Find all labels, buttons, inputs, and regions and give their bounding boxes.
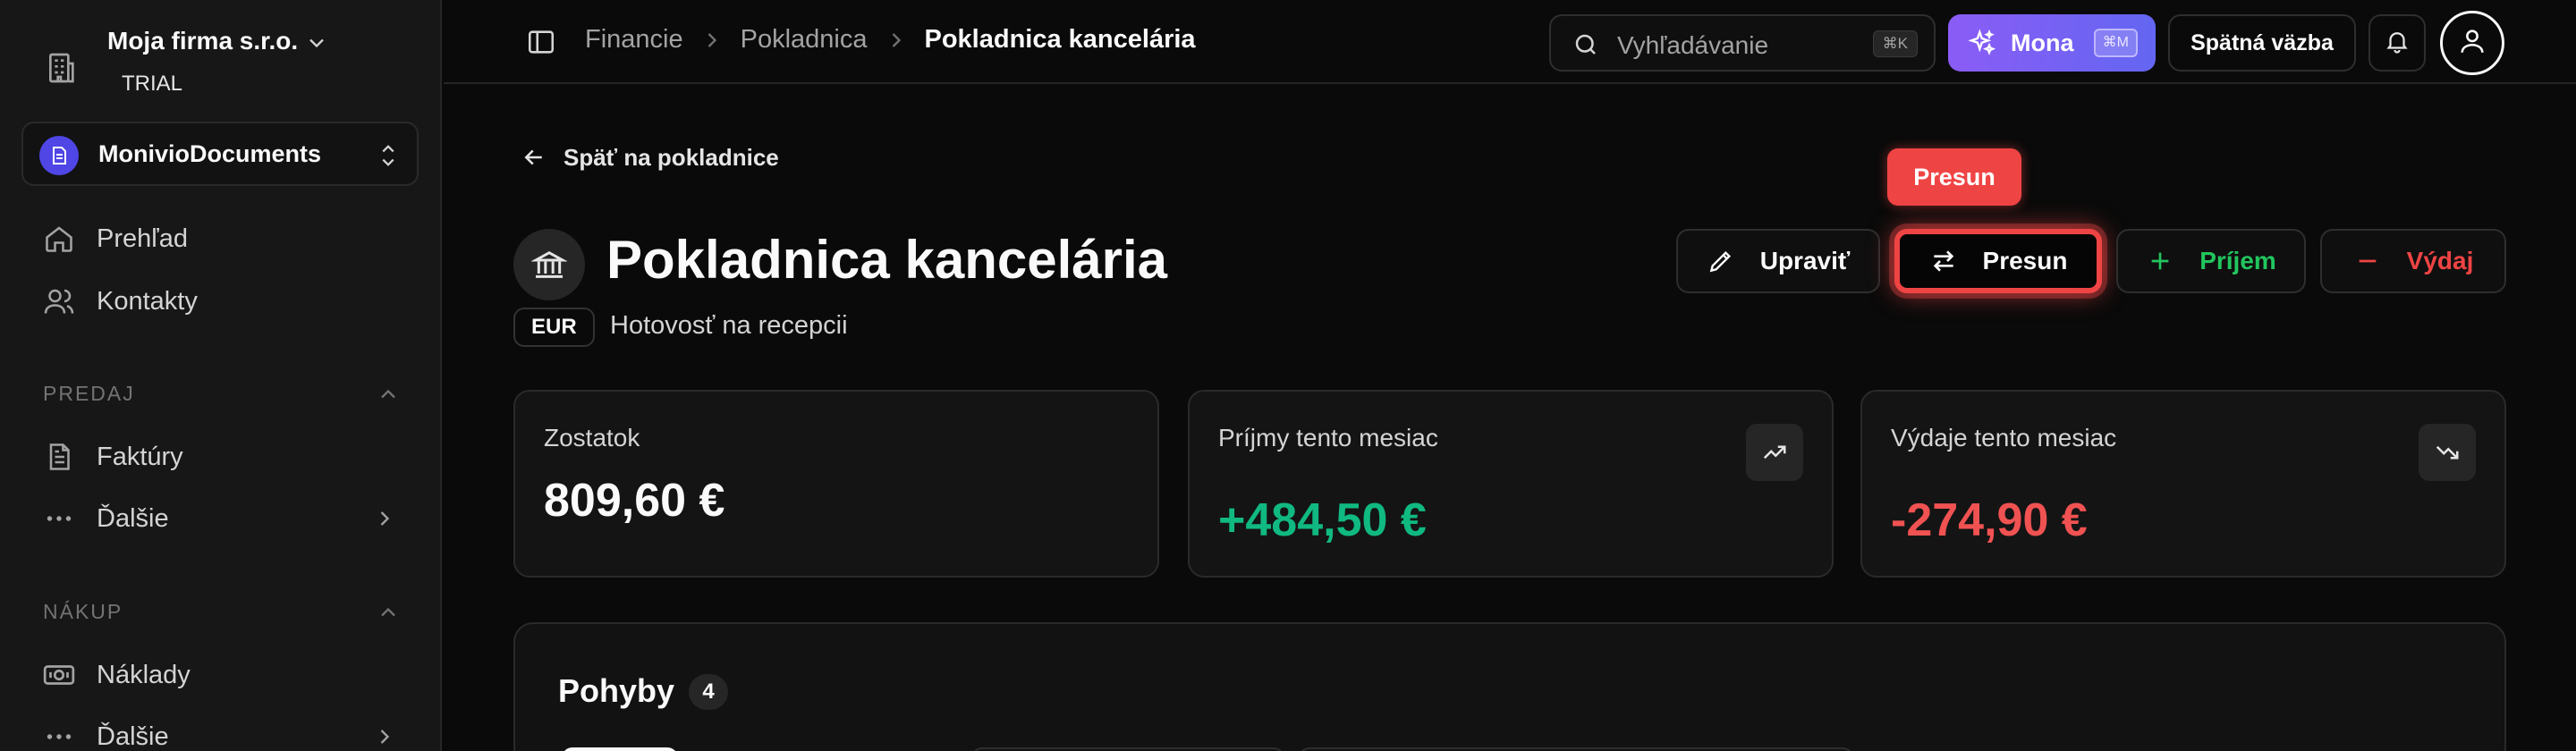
edit-label: Upraviť <box>1759 247 1851 274</box>
trending-up-icon <box>1746 424 1803 481</box>
users-icon <box>41 283 77 319</box>
income-label: Príjem <box>2199 247 2276 274</box>
minus-icon <box>2353 247 2382 275</box>
section-title: PREDAJ <box>43 382 135 405</box>
breadcrumb-current: Pokladnica kancelária <box>924 25 1196 54</box>
expense-button[interactable]: Výdaj <box>2320 229 2506 293</box>
search-placeholder: Vyhľadávanie <box>1617 31 1769 59</box>
user-icon <box>2457 26 2487 61</box>
building-icon <box>43 50 79 86</box>
filter-control[interactable] <box>1299 747 1853 751</box>
chevron-right-icon <box>372 724 397 749</box>
page-subtitle: Hotovosť na recepcii <box>610 311 848 340</box>
income-value: +484,50 € <box>1218 494 1427 546</box>
chevron-up-down-icon <box>376 141 401 170</box>
currency-badge: EUR <box>513 308 595 347</box>
sidebar-item-dalsie-nakup[interactable]: Ďalšie <box>41 715 408 751</box>
section-title: NÁKUP <box>43 600 123 623</box>
sidebar-item-label: Faktúry <box>97 442 183 471</box>
feedback-button[interactable]: Spätná väzba <box>2168 14 2356 72</box>
mona-shortcut: ⌘M <box>2093 29 2138 57</box>
sidebar-item-label: Kontakty <box>97 286 198 316</box>
bell-icon <box>2384 28 2411 59</box>
workspace-switcher[interactable]: MonivioDocuments <box>21 122 419 186</box>
move-tooltip: Presun <box>1887 148 2021 206</box>
expense-label: Výdaj <box>2406 247 2474 274</box>
sidebar-item-label: Náklady <box>97 660 191 689</box>
more-icon <box>41 719 77 751</box>
user-avatar-button[interactable] <box>2440 11 2504 75</box>
income-button[interactable]: Príjem <box>2116 229 2306 293</box>
plan-badge: TRIAL <box>122 72 183 96</box>
sparkles-icon <box>1968 29 1996 57</box>
chevron-right-icon <box>372 506 397 531</box>
sidebar-item-kontakty[interactable]: Kontakty <box>41 280 408 323</box>
income-card: Príjmy tento mesiac +484,50 € <box>1188 390 1834 578</box>
sidebar: Moja firma s.r.o. TRIAL MonivioDocuments… <box>0 0 442 751</box>
breadcrumb: Financie Pokladnica Pokladnica kancelári… <box>585 25 1196 55</box>
chevron-up-icon <box>376 382 401 407</box>
card-label: Príjmy tento mesiac <box>1218 424 1438 451</box>
chevron-down-icon <box>304 30 329 55</box>
notifications-button[interactable] <box>2368 14 2426 72</box>
section-predaj[interactable]: PREDAJ <box>43 382 410 406</box>
back-link[interactable]: Späť na pokladnice <box>521 141 779 173</box>
breadcrumb-pokladnica[interactable]: Pokladnica <box>741 25 868 55</box>
balance-value: 809,60 € <box>544 475 725 527</box>
move-button[interactable]: Presun <box>1894 229 2102 293</box>
money-icon <box>41 657 77 693</box>
workspace-name: MonivioDocuments <box>98 140 322 167</box>
search-input[interactable]: Vyhľadávanie ⌘K <box>1549 14 1936 72</box>
home-icon <box>41 221 77 257</box>
move-label: Presun <box>1982 247 2068 274</box>
expense-card: Výdaje tento mesiac -274,90 € <box>1860 390 2506 578</box>
org-name: Moja firma s.r.o. <box>107 27 299 55</box>
card-label: Zostatok <box>544 424 640 451</box>
filter-control[interactable] <box>971 747 1284 751</box>
edit-button[interactable]: Upraviť <box>1676 229 1880 293</box>
expense-value: -274,90 € <box>1891 494 2088 546</box>
movements-panel: Pohyby 4 <box>513 622 2506 751</box>
sidebar-item-dalsie-predaj[interactable]: Ďalšie <box>41 497 408 540</box>
sidebar-toggle-icon[interactable] <box>526 27 556 57</box>
topbar: Financie Pokladnica Pokladnica kancelári… <box>444 0 2576 84</box>
chevron-up-icon <box>376 600 401 625</box>
org-switcher[interactable]: Moja firma s.r.o. TRIAL <box>36 23 411 104</box>
balance-card: Zostatok 809,60 € <box>513 390 1159 578</box>
sidebar-item-prehlad[interactable]: Prehľad <box>41 217 408 260</box>
mona-label: Mona <box>2011 30 2074 56</box>
filter-tab-active[interactable] <box>562 747 678 751</box>
breadcrumb-financie[interactable]: Financie <box>585 25 683 55</box>
mona-ai-button[interactable]: Mona ⌘M <box>1948 14 2156 72</box>
arrow-left-icon <box>521 144 547 171</box>
page-title: Pokladnica kancelária <box>606 230 1168 290</box>
search-shortcut: ⌘K <box>1872 30 1918 57</box>
chevron-right-icon <box>699 28 724 53</box>
back-link-label: Späť na pokladnice <box>564 143 779 171</box>
movements-title: Pohyby <box>558 672 675 709</box>
trending-down-icon <box>2419 424 2476 481</box>
chevron-right-icon <box>884 28 909 53</box>
more-icon <box>41 501 77 536</box>
sidebar-item-label: Ďalšie <box>97 503 169 533</box>
plus-icon <box>2146 247 2174 275</box>
sidebar-item-naklady[interactable]: Náklady <box>41 654 408 696</box>
sidebar-item-faktury[interactable]: Faktúry <box>41 435 408 478</box>
card-label: Výdaje tento mesiac <box>1891 424 2117 451</box>
document-icon <box>41 439 77 475</box>
pencil-icon <box>1707 247 1735 275</box>
sidebar-item-label: Prehľad <box>97 224 188 253</box>
search-icon <box>1572 31 1599 58</box>
bank-icon <box>513 229 585 300</box>
section-nakup[interactable]: NÁKUP <box>43 600 410 624</box>
movements-count-badge: 4 <box>689 674 728 710</box>
transfer-icon <box>1929 247 1958 275</box>
workspace-avatar <box>39 136 79 175</box>
sidebar-item-label: Ďalšie <box>97 721 169 751</box>
